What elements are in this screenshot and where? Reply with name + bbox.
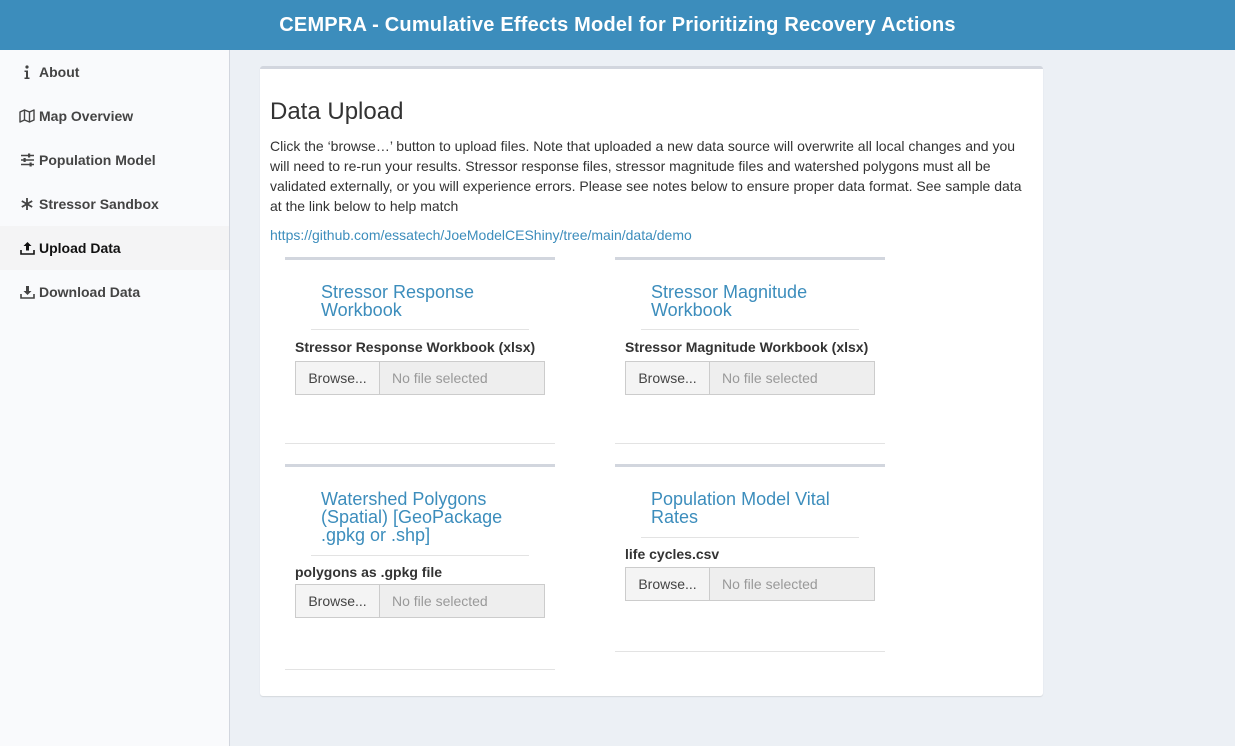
file-name-field: No file selected [709, 567, 875, 601]
file-name-field: No file selected [379, 584, 545, 618]
file-name-field: No file selected [379, 361, 545, 395]
sidebar-item-label: Stressor Sandbox [39, 196, 159, 212]
sliders-icon [18, 152, 36, 168]
sidebar-item-label: Population Model [39, 152, 156, 168]
card-title: Population Model Vital Rates [651, 489, 830, 527]
sidebar-item-label: Download Data [39, 284, 141, 300]
field-label: Stressor Magnitude Workbook (xlsx) [625, 339, 869, 355]
info-icon [18, 64, 36, 80]
watershed-polygons-file-input[interactable]: Browse... No file selected [295, 584, 545, 618]
sidebar-item-stressor-sandbox[interactable]: Stressor Sandbox [0, 182, 229, 226]
sidebar: About Map Overview Population Model Stre… [0, 50, 230, 746]
upload-icon [18, 240, 36, 256]
intro-text: Click the ‘browse…’ button to upload fil… [270, 138, 1022, 214]
app-title: CEMPRA - Cumulative Effects Model for Pr… [279, 13, 956, 36]
card-divider [641, 329, 859, 330]
sidebar-item-population-model[interactable]: Population Model [0, 138, 229, 182]
page-title: Data Upload [270, 98, 404, 125]
vital-rates-file-input[interactable]: Browse... No file selected [625, 567, 875, 601]
download-icon [18, 284, 36, 300]
sidebar-item-label: Upload Data [39, 240, 121, 256]
sidebar-item-label: Map Overview [39, 108, 134, 124]
stressor-response-card: Stressor Response Workbook Stressor Resp… [285, 257, 555, 444]
stressor-magnitude-card: Stressor Magnitude Workbook Stressor Mag… [615, 257, 885, 444]
card-divider [311, 329, 529, 330]
sidebar-item-download-data[interactable]: Download Data [0, 270, 229, 314]
demo-data-link[interactable]: https://github.com/essatech/JoeModelCESh… [270, 227, 692, 243]
card-title: Watershed Polygons (Spatial) [GeoPackage… [321, 489, 503, 545]
card-divider [641, 537, 859, 538]
map-icon [18, 108, 36, 124]
sidebar-item-about[interactable]: About [0, 50, 229, 94]
card-title: Stressor Response Workbook [321, 282, 475, 320]
card-title: Stressor Magnitude Workbook [651, 282, 808, 320]
browse-button[interactable]: Browse... [295, 584, 379, 618]
field-label: Stressor Response Workbook (xlsx) [295, 339, 536, 355]
app-header: CEMPRA - Cumulative Effects Model for Pr… [0, 0, 1235, 50]
browse-button[interactable]: Browse... [625, 567, 709, 601]
watershed-polygons-card: Watershed Polygons (Spatial) [GeoPackage… [285, 464, 555, 670]
data-upload-box: Data Upload Click the ‘browse…’ button t… [260, 66, 1043, 696]
sidebar-item-map-overview[interactable]: Map Overview [0, 94, 229, 138]
stressor-response-file-input[interactable]: Browse... No file selected [295, 361, 545, 395]
card-divider [311, 555, 529, 556]
field-label: life cycles.csv [625, 546, 720, 562]
browse-button[interactable]: Browse... [295, 361, 379, 395]
browse-button[interactable]: Browse... [625, 361, 709, 395]
asterisk-icon [18, 196, 36, 212]
stressor-magnitude-file-input[interactable]: Browse... No file selected [625, 361, 875, 395]
population-vital-rates-card: Population Model Vital Rates life cycles… [615, 464, 885, 652]
field-label: polygons as .gpkg file [295, 564, 443, 580]
content-area: Data Upload Click the ‘browse…’ button t… [230, 50, 1235, 746]
sidebar-item-upload-data[interactable]: Upload Data [0, 226, 229, 270]
file-name-field: No file selected [709, 361, 875, 395]
sidebar-item-label: About [39, 64, 80, 80]
